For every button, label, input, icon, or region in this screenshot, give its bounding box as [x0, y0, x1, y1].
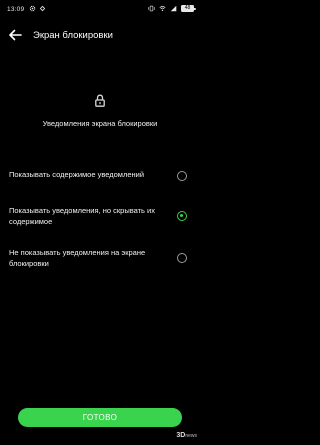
notification-dot-icon: [39, 5, 46, 12]
option-show-content[interactable]: Показывать содержимое уведомлений: [0, 168, 200, 184]
status-time: 13:09: [7, 6, 25, 13]
option-hide-content[interactable]: Показывать уведомления, но скрывать их с…: [0, 204, 200, 228]
section-subtitle: Уведомления экрана блокировки: [42, 119, 158, 128]
settings-gear-icon: [29, 5, 36, 12]
lock-icon: [95, 94, 105, 107]
radio-button-selected[interactable]: [177, 211, 187, 221]
option-hide-notifications[interactable]: Не показывать уведомления на экране блок…: [0, 246, 200, 270]
signal-icon: [170, 5, 177, 12]
option-label: Не показывать уведомления на экране блок…: [9, 248, 146, 268]
vibrate-icon: [148, 5, 155, 12]
watermark-logo: 3Dnews: [176, 432, 197, 439]
header: Экран блокировки: [0, 24, 200, 46]
battery-icon: 48: [181, 5, 196, 12]
radio-button[interactable]: [177, 253, 187, 263]
option-label: Показывать содержимое уведомлений: [9, 170, 145, 179]
wifi-icon: [159, 6, 166, 12]
status-bar: 13:09 48: [0, 0, 200, 18]
page-title: Экран блокировки: [33, 30, 113, 41]
done-button[interactable]: ГОТОВО: [18, 408, 182, 427]
radio-button[interactable]: [177, 171, 187, 181]
back-arrow-icon[interactable]: [7, 28, 23, 42]
option-label: Показывать уведомления, но скрывать их с…: [9, 206, 155, 226]
